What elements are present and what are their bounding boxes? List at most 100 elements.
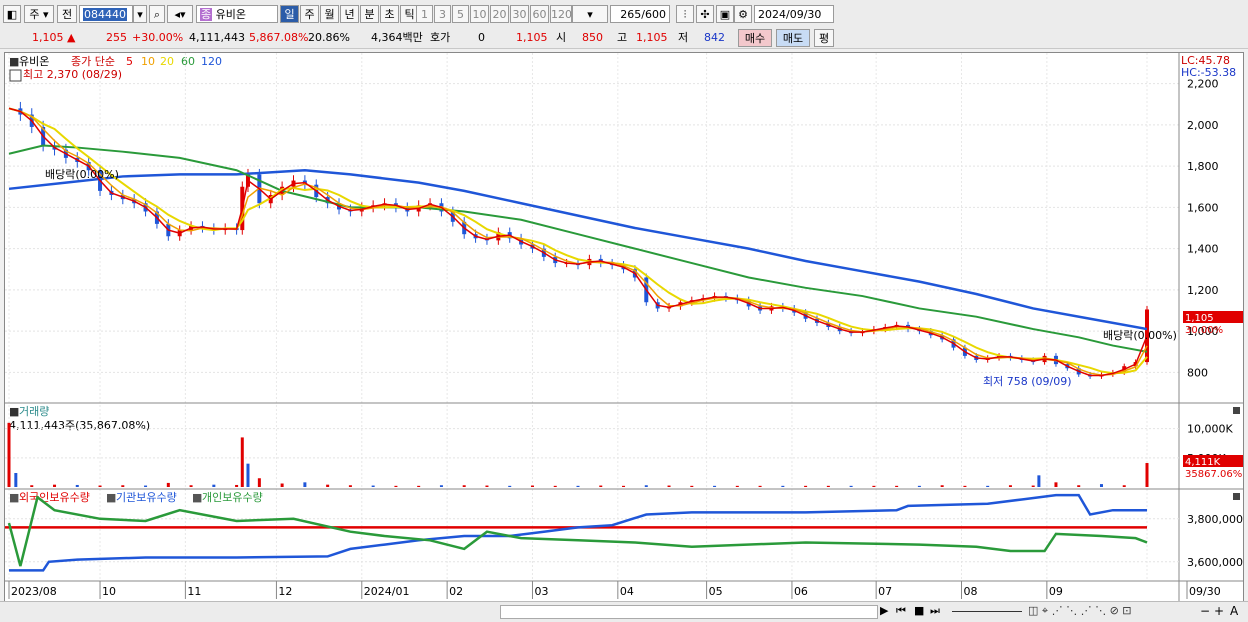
volume-bar: [849, 485, 853, 487]
x-tick-label: 05: [709, 585, 723, 598]
holdings-legend-marker: ■: [9, 491, 19, 504]
volume-last-label: 4,111K: [1185, 457, 1221, 468]
chart-area[interactable]: ■ 유비온 종가 단순 5 10 20 60 120 최고 2,370 (08/…: [4, 52, 1244, 602]
quote-bar: 1,105 ▲ 255 +30.00% 4,111,443 5,867.08% …: [0, 28, 1248, 49]
period-button-4[interactable]: 분: [360, 5, 379, 23]
volume-bar: [735, 485, 739, 487]
trade-amount: 4,364백만: [371, 31, 423, 44]
volume-bar: [121, 485, 125, 487]
holdings-close-icon[interactable]: [1233, 493, 1240, 500]
date-field[interactable]: 2024/09/30 ▦: [754, 5, 834, 39]
interval-button-120[interactable]: 120: [550, 5, 572, 23]
volume-bar: [417, 485, 421, 487]
volume-bar: [804, 485, 808, 487]
stock-name-field[interactable]: 종 유비온: [196, 5, 278, 23]
x-tick-label: 11: [187, 585, 201, 598]
interval-button-1[interactable]: 1: [416, 5, 433, 23]
interval-dropdown[interactable]: ▾: [572, 5, 608, 23]
scrollbar-track[interactable]: [500, 605, 878, 619]
period-button-0[interactable]: 일: [280, 5, 299, 23]
crosshair-icon[interactable]: ✣: [696, 5, 714, 23]
interval-button-5[interactable]: 5: [452, 5, 469, 23]
holdings-legend-marker: ■: [106, 491, 116, 504]
x-tick-label: 2024/01: [364, 585, 410, 598]
dividend-note-left: 배당락(0.00%): [45, 168, 119, 181]
turnover: 20.86%: [308, 31, 350, 44]
zoom-in-icon[interactable]: +: [1214, 604, 1224, 618]
period-button-3[interactable]: 년: [340, 5, 359, 23]
bottom-bar: ▶ ⏮ ■ ⏭ ◫ ⌖ ⋰ ⋱ ⋰ ⋱ ⊘ ⊡ − + A: [0, 601, 1248, 622]
volume-bar: [622, 485, 626, 487]
chart-svg: ■ 유비온 종가 단순 5 10 20 60 120 최고 2,370 (08/…: [5, 53, 1243, 601]
holdings-legend-label: 외국인보유수량: [19, 491, 90, 504]
price-tick-label: 1,800: [1187, 160, 1219, 173]
save-icon[interactable]: ▣: [716, 5, 734, 23]
drawing-tools-icon[interactable]: ◫ ⌖ ⋰ ⋱ ⋰ ⋱ ⊘ ⊡: [1028, 604, 1132, 618]
stock-code-input[interactable]: 084440: [79, 5, 133, 23]
svg-text:■: ■: [9, 55, 19, 68]
volume-bars: [7, 422, 1149, 487]
reset-zoom-icon[interactable]: A: [1230, 604, 1238, 618]
search-icon[interactable]: ⌕: [149, 5, 165, 23]
ma5-line: [8, 107, 1148, 377]
individual-holdings-line: [7, 495, 1148, 567]
x-tick-label: 12: [278, 585, 292, 598]
period-button-1[interactable]: 주: [300, 5, 319, 23]
volume-bar: [280, 483, 284, 487]
volume-bar: [1031, 485, 1035, 487]
up-arrow-icon: ▲: [67, 31, 76, 44]
period-button-5[interactable]: 초: [380, 5, 399, 23]
candle-icon[interactable]: ⫶: [676, 5, 694, 23]
zoom-out-icon[interactable]: −: [1200, 604, 1210, 618]
volume-label: 거래량: [19, 405, 49, 418]
interval-button-30[interactable]: 30: [510, 5, 529, 23]
price-candles: [18, 101, 1149, 379]
interval-button-3[interactable]: 3: [434, 5, 451, 23]
sell-button[interactable]: 매도: [776, 29, 810, 47]
volume-bar: [576, 485, 580, 487]
volume-bar: [189, 485, 193, 487]
window-icon[interactable]: ◧: [3, 5, 21, 23]
volume-bar: [14, 473, 18, 487]
last-pct-label: 30.00%: [1185, 325, 1223, 336]
speaker-icon[interactable]: ◂▾: [167, 5, 193, 23]
volume-bar: [7, 422, 11, 487]
scroll-last-icon[interactable]: ⏭: [930, 604, 940, 618]
volume-bar: [75, 484, 79, 487]
volume-bar: [235, 484, 239, 487]
calendar-icon[interactable]: [9, 69, 22, 82]
x-tick-label: 08: [964, 585, 978, 598]
market-select[interactable]: 주 ▾: [24, 5, 54, 23]
ma20-line: [8, 107, 1148, 375]
x-tick-label: 09: [1049, 585, 1063, 598]
price-legend: ■ 유비온 종가 단순 5 10 20 60 120 최고 2,370 (08/…: [9, 55, 222, 82]
volume-bar: [758, 485, 762, 487]
avg-button[interactable]: 평: [814, 29, 834, 47]
volume-close-icon[interactable]: [1233, 407, 1240, 414]
period-button-2[interactable]: 월: [320, 5, 339, 23]
zoom-slider[interactable]: [952, 611, 1022, 612]
code-dropdown-icon[interactable]: ▾: [133, 5, 147, 23]
volume-bar: [166, 482, 170, 487]
count-field[interactable]: 265/600: [610, 5, 670, 23]
x-tick-label: 10: [102, 585, 116, 598]
count-value: 265: [620, 8, 642, 21]
prev-button[interactable]: 전: [57, 5, 77, 23]
interval-button-60[interactable]: 60: [530, 5, 549, 23]
scroll-first-icon[interactable]: ⏮: [896, 604, 906, 618]
volume-bar: [439, 485, 443, 487]
volume-bar: [371, 485, 375, 487]
x-axis: 2023/08 10 11 12 2024/01 02 03 04 05 06 07 08 09 09/3…: [8, 581, 1221, 599]
price-tick-label: 1,200: [1187, 284, 1219, 297]
volume-note: 4,111,443주(35,867.08%): [9, 419, 150, 432]
stop-icon[interactable]: ■: [914, 604, 924, 617]
buy-button[interactable]: 매수: [738, 29, 772, 47]
gear-icon[interactable]: ⚙: [734, 5, 752, 23]
volume-bar: [940, 485, 944, 487]
scroll-right-icon[interactable]: ▶: [880, 604, 888, 617]
interval-button-20[interactable]: 20: [490, 5, 509, 23]
stock-badge: 종: [200, 8, 213, 21]
high-note: 최고 2,370 (08/29): [23, 68, 122, 81]
volume-bar: [553, 485, 557, 487]
interval-button-10[interactable]: 10: [470, 5, 489, 23]
